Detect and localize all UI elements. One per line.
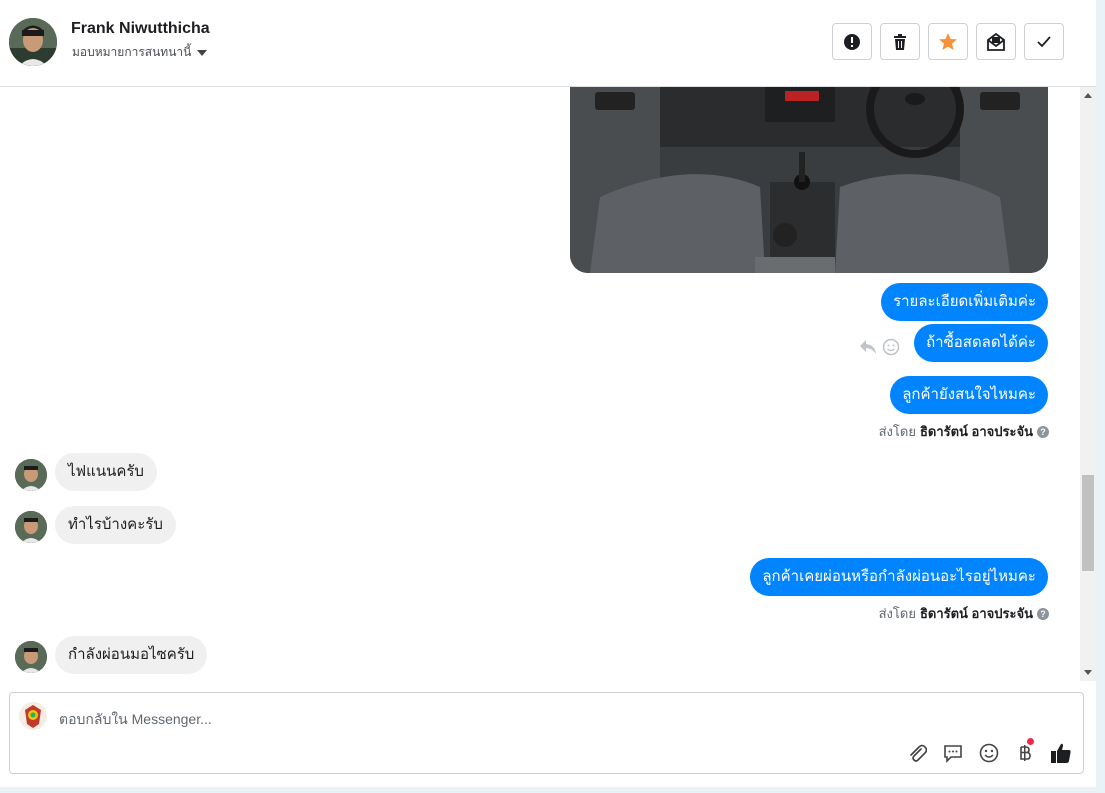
sent-by-prefix: ส่งโดย bbox=[878, 424, 916, 439]
chevron-down-icon bbox=[197, 49, 208, 56]
sent-by-agent: ธิดารัตน์ อาจประจัน bbox=[919, 424, 1033, 439]
customer-avatar[interactable] bbox=[9, 18, 57, 66]
trash-icon bbox=[894, 33, 906, 50]
spam-icon bbox=[844, 33, 860, 50]
star-button[interactable] bbox=[928, 23, 968, 60]
notification-dot bbox=[1027, 738, 1034, 745]
reply-icon[interactable] bbox=[858, 338, 878, 356]
message-actions bbox=[858, 338, 900, 356]
incoming-message[interactable]: ไฟแนนครับ bbox=[55, 453, 157, 491]
outgoing-message[interactable]: รายละเอียดเพิ่มเติมค่ะ bbox=[881, 283, 1048, 321]
outgoing-message[interactable]: ลูกค้าเคยผ่อนหรือกำลังผ่อนอะไรอยู่ไหมคะ bbox=[750, 558, 1048, 596]
mark-done-button[interactable] bbox=[1024, 23, 1064, 60]
assign-label: มอบหมายการสนทนานี้ bbox=[72, 45, 192, 59]
emoji-button[interactable] bbox=[977, 741, 1001, 765]
send-like-button[interactable] bbox=[1049, 741, 1073, 765]
help-icon[interactable]: ? bbox=[1037, 607, 1049, 620]
delete-button[interactable] bbox=[880, 23, 920, 60]
sent-by-agent: ธิดารัตน์ อาจประจัน bbox=[919, 606, 1033, 621]
incoming-message[interactable]: ทำไรบ้างคะรับ bbox=[55, 506, 176, 544]
baht-payment-icon bbox=[1020, 745, 1031, 761]
mark-spam-button[interactable] bbox=[832, 23, 872, 60]
sent-by-label: ส่งโดย ธิดารัตน์ อาจประจัน ? bbox=[879, 421, 1049, 442]
payment-button[interactable] bbox=[1013, 738, 1037, 765]
outgoing-message[interactable]: ถ้าซื้อสดลดได้ค่ะ bbox=[914, 324, 1048, 362]
scroll-down-arrow-icon[interactable] bbox=[1084, 670, 1092, 675]
help-icon[interactable]: ? bbox=[1037, 425, 1049, 438]
sent-by-prefix: ส่งโดย bbox=[878, 606, 916, 621]
sent-by-label: ส่งโดย ธิดารัตน์ อาจประจัน ? bbox=[879, 603, 1049, 624]
page-avatar bbox=[19, 702, 47, 730]
scrollbar-thumb[interactable] bbox=[1082, 475, 1094, 571]
reply-input[interactable]: ตอบกลับใน Messenger... bbox=[59, 709, 212, 731]
thumbs-up-icon bbox=[1051, 743, 1071, 763]
incoming-message[interactable]: กำลังผ่อนมอไซครับ bbox=[55, 636, 208, 674]
reply-composer[interactable]: ตอบกลับใน Messenger... bbox=[9, 692, 1084, 774]
outgoing-message[interactable]: ลูกค้ายังสนใจไหมคะ bbox=[890, 376, 1048, 414]
attach-button[interactable] bbox=[905, 741, 929, 765]
check-icon bbox=[1037, 35, 1051, 47]
customer-name[interactable]: Frank Niwutthicha bbox=[71, 20, 210, 38]
car-interior-photo[interactable] bbox=[570, 87, 1048, 273]
saved-reply-icon bbox=[944, 745, 962, 763]
customer-avatar-small[interactable] bbox=[15, 511, 47, 543]
mark-unread-button[interactable] bbox=[976, 23, 1016, 60]
saved-reply-button[interactable] bbox=[941, 741, 965, 765]
star-icon bbox=[939, 32, 957, 50]
paperclip-icon bbox=[910, 744, 927, 762]
scroll-up-arrow-icon[interactable] bbox=[1084, 93, 1092, 98]
assign-conversation-dropdown[interactable]: มอบหมายการสนทนานี้ bbox=[72, 43, 208, 62]
thread-scrollbar[interactable] bbox=[1080, 87, 1096, 681]
emoji-icon bbox=[979, 743, 999, 763]
customer-avatar-small[interactable] bbox=[15, 641, 47, 673]
unread-mail-icon bbox=[987, 32, 1005, 51]
conversation-header: Frank Niwutthicha มอบหมายการสนทนานี้ bbox=[0, 0, 1096, 87]
customer-avatar-small[interactable] bbox=[15, 459, 47, 491]
react-emoji-icon[interactable] bbox=[882, 338, 900, 356]
messenger-window: Frank Niwutthicha มอบหมายการสนทนานี้ ราย… bbox=[0, 0, 1096, 787]
